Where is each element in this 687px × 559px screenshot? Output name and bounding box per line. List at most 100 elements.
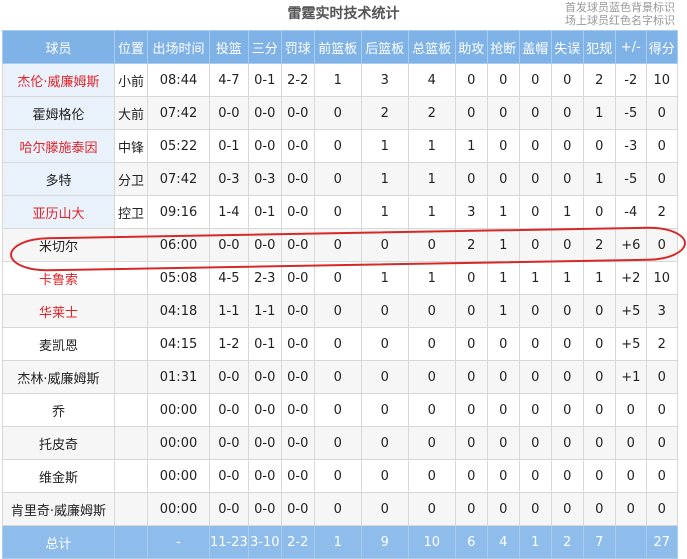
cell-three-pointers: 0-0 [247, 228, 282, 262]
column-header-assists[interactable]: 助攻 [454, 30, 488, 64]
cell-player[interactable]: 霍姆格伦 [2, 96, 115, 130]
cell-points: 0 [645, 492, 678, 526]
cell-steals: 0 [486, 327, 520, 361]
cell-player[interactable]: 哈尔滕施泰因 [2, 129, 115, 163]
cell-player[interactable]: 杰林·威廉姆斯 [2, 360, 115, 394]
cell-player[interactable]: 多特 [2, 162, 115, 196]
cell-player[interactable]: 麦凯恩 [2, 327, 115, 361]
player-row[interactable]: 哈尔滕施泰因 中锋 05:22 0-1 0-0 0-0 0 1 1 1 0 0 0 0 -3 0 [2, 129, 678, 163]
cell-blocks: 0 [518, 162, 552, 196]
cell-blocks: 0 [518, 63, 552, 97]
player-row[interactable]: 托皮奇 00:00 0-0 0-0 0-0 0 0 0 0 0 0 0 0 0 0 [2, 426, 678, 460]
cell-steals: 0 [486, 129, 520, 163]
cell-plus-minus: -3 [614, 129, 647, 163]
player-row[interactable]: 多特 分卫 07:42 0-3 0-3 0-0 0 1 1 0 0 0 0 1 -5 0 [2, 162, 678, 196]
cell-turnovers: 0 [550, 360, 584, 394]
cell-turnovers: 0 [550, 327, 584, 361]
cell-blocks: 0 [518, 129, 552, 163]
total-minutes: - [147, 525, 210, 559]
cell-defensive-rebounds: 1 [360, 261, 409, 295]
total-plus-minus [614, 525, 647, 559]
column-header-points[interactable]: 得分 [645, 30, 678, 64]
cell-points: 0 [645, 162, 678, 196]
cell-position [114, 459, 148, 493]
cell-defensive-rebounds: 0 [360, 459, 409, 493]
cell-free-throws: 0-0 [280, 195, 315, 229]
cell-player[interactable]: 维金斯 [2, 459, 115, 493]
column-header-minutes[interactable]: 出场时间 [147, 30, 210, 64]
column-header-turnovers[interactable]: 失误 [550, 30, 584, 64]
cell-player[interactable]: 华莱士 [2, 294, 115, 328]
cell-steals: 1 [486, 261, 520, 295]
cell-minutes: 00:00 [147, 393, 210, 427]
legend-note-on-court: 场上球员红色名字标识 [565, 14, 675, 27]
player-row[interactable]: 肯里奇·威廉姆斯 00:00 0-0 0-0 0-0 0 0 0 0 0 0 0 0 0 0 [2, 492, 678, 526]
column-header-fouls[interactable]: 犯规 [582, 30, 616, 64]
cell-player[interactable]: 卡鲁索 [2, 261, 115, 295]
cell-field-goals: 0-0 [209, 459, 249, 493]
total-player: 总计 [2, 525, 115, 559]
column-header-three-pointers[interactable]: 三分 [247, 30, 282, 64]
cell-fouls: 1 [582, 261, 616, 295]
player-row[interactable]: 亚历山大 控卫 09:16 1-4 0-1 0-0 0 1 1 3 1 0 1 0 -4 2 [2, 195, 678, 229]
column-header-player[interactable]: 球员 [2, 30, 115, 64]
cell-position [114, 261, 148, 295]
cell-player[interactable]: 托皮奇 [2, 426, 115, 460]
column-header-blocks[interactable]: 盖帽 [518, 30, 552, 64]
cell-assists: 0 [454, 360, 488, 394]
column-header-offensive-rebounds[interactable]: 前篮板 [313, 30, 362, 64]
player-row[interactable]: 乔 00:00 0-0 0-0 0-0 0 0 0 0 0 0 0 0 0 0 [2, 393, 678, 427]
cell-three-pointers: 0-1 [247, 63, 282, 97]
column-header-free-throws[interactable]: 罚球 [280, 30, 315, 64]
cell-player[interactable]: 亚历山大 [2, 195, 115, 229]
cell-offensive-rebounds: 0 [313, 459, 362, 493]
cell-turnovers: 0 [550, 228, 584, 262]
cell-steals: 1 [486, 195, 520, 229]
column-header-defensive-rebounds[interactable]: 后篮板 [360, 30, 409, 64]
player-row[interactable]: 杰林·威廉姆斯 01:31 0-0 0-0 0-0 0 0 0 0 0 0 0 0 +1 0 [2, 360, 678, 394]
player-row[interactable]: 霍姆格伦 大前 07:42 0-0 0-0 0-0 0 2 2 0 0 0 0 1 -5 0 [2, 96, 678, 130]
cell-points: 0 [645, 228, 678, 262]
cell-three-pointers: 0-0 [247, 360, 282, 394]
column-header-position[interactable]: 位置 [114, 30, 148, 64]
cell-turnovers: 1 [550, 195, 584, 229]
cell-minutes: 00:00 [147, 492, 210, 526]
cell-plus-minus: -2 [614, 63, 647, 97]
cell-field-goals: 0-1 [209, 129, 249, 163]
cell-fouls: 2 [582, 63, 616, 97]
player-row[interactable]: 杰伦·威廉姆斯 小前 08:44 4-7 0-1 2-2 1 3 4 0 0 0 0 2 -2 10 [2, 63, 678, 97]
total-three-pointers: 3-10 [247, 525, 282, 559]
total-steals: 4 [486, 525, 520, 559]
column-header-steals[interactable]: 抢断 [486, 30, 520, 64]
cell-steals: 0 [486, 96, 520, 130]
cell-offensive-rebounds: 0 [313, 294, 362, 328]
cell-turnovers: 0 [550, 492, 584, 526]
player-row[interactable]: 卡鲁索 05:08 4-5 2-3 0-0 0 1 1 0 1 1 1 1 +2 10 [2, 261, 678, 295]
player-row[interactable]: 维金斯 00:00 0-0 0-0 0-0 0 0 0 0 0 0 0 0 0 0 [2, 459, 678, 493]
cell-minutes: 01:31 [147, 360, 210, 394]
cell-position: 分卫 [114, 162, 148, 196]
cell-player[interactable]: 米切尔 [2, 228, 115, 262]
cell-field-goals: 0-0 [209, 393, 249, 427]
cell-points: 0 [645, 459, 678, 493]
cell-position: 中锋 [114, 129, 148, 163]
cell-turnovers: 0 [550, 129, 584, 163]
cell-steals: 0 [486, 393, 520, 427]
cell-fouls: 0 [582, 492, 616, 526]
column-header-field-goals[interactable]: 投篮 [209, 30, 249, 64]
cell-assists: 0 [454, 96, 488, 130]
cell-player[interactable]: 乔 [2, 393, 115, 427]
column-header-total-rebounds[interactable]: 总篮板 [407, 30, 456, 64]
cell-assists: 0 [454, 294, 488, 328]
cell-offensive-rebounds: 1 [313, 63, 362, 97]
cell-player[interactable]: 杰伦·威廉姆斯 [2, 63, 115, 97]
cell-points: 0 [645, 360, 678, 394]
cell-player[interactable]: 肯里奇·威廉姆斯 [2, 492, 115, 526]
cell-offensive-rebounds: 0 [313, 393, 362, 427]
cell-offensive-rebounds: 0 [313, 129, 362, 163]
player-row[interactable]: 华莱士 04:18 1-1 1-1 0-0 0 0 0 0 1 0 0 0 +5 3 [2, 294, 678, 328]
player-row[interactable]: 麦凯恩 04:15 1-2 0-1 0-0 0 0 0 0 0 0 0 0 +5 2 [2, 327, 678, 361]
column-header-plus-minus[interactable]: +/- [614, 30, 647, 64]
player-row[interactable]: 米切尔 06:00 0-0 0-0 0-0 0 0 0 2 1 0 0 2 +6 0 [2, 228, 678, 262]
cell-defensive-rebounds: 3 [360, 63, 409, 97]
